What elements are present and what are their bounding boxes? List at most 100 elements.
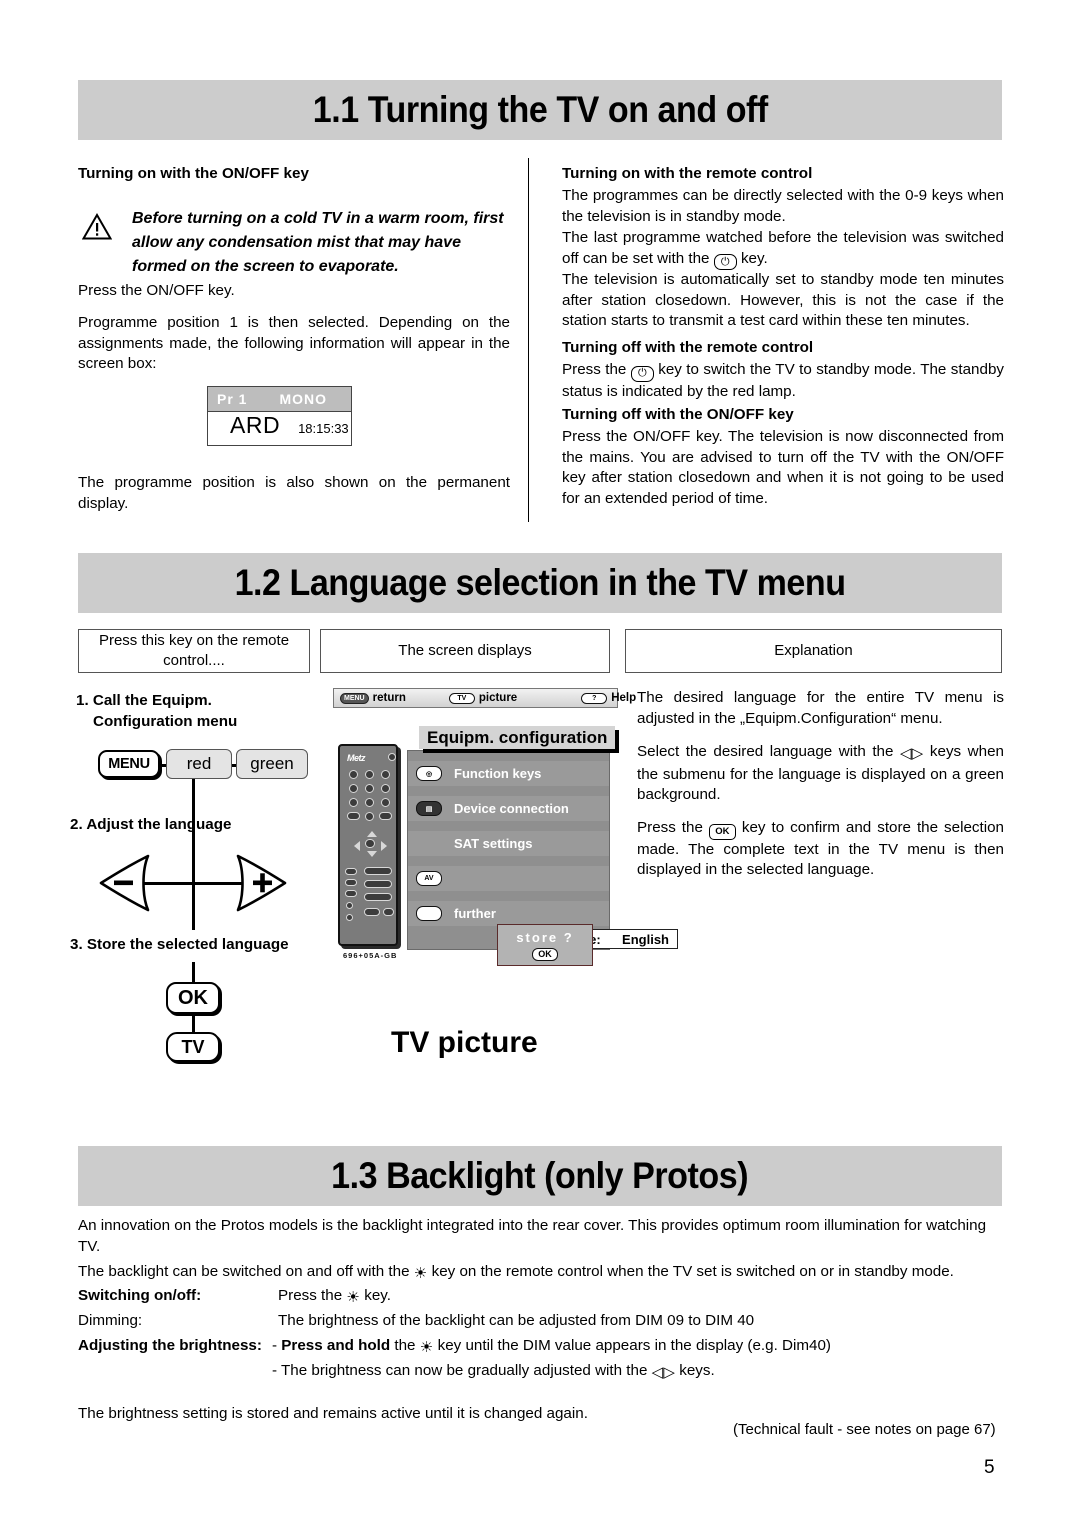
explanation-p2: Select the desired language with the ◁▷ … [637, 742, 1004, 806]
section-title-1-1: 1.1 Turning the TV on and off [312, 89, 768, 130]
panel-title: Equipm. configuration [419, 726, 616, 749]
footer-note: (Technical fault - see notes on page 67) [733, 1421, 996, 1438]
standby-key-icon-2: ⏻ [630, 365, 654, 382]
plus-key-button[interactable] [236, 852, 288, 914]
device-connection-icon: ▤ [416, 801, 442, 816]
minus-key-button[interactable] [98, 852, 150, 914]
section-header-1-2: 1.2 Language selection in the TV menu [78, 553, 1002, 613]
remote-key-6 [381, 784, 390, 793]
table-header-screen-displays: The screen displays [320, 629, 610, 673]
remote-bar-volume [364, 880, 392, 888]
programme-position-text: Programme position 1 is then selected. D… [78, 314, 510, 372]
menu-row-device-connection[interactable]: ▤ Device connection [408, 796, 609, 821]
step-1-line-1: 1. Call the Equipm. [76, 692, 212, 709]
remote-bar-prog [364, 867, 392, 875]
tv-screen-mock: MENU return TV picture ? Help ◎ Function… [333, 688, 678, 973]
tv-key-button[interactable]: TV [166, 1032, 220, 1062]
section-header-1-1: 1.1 Turning the TV on and off [78, 80, 1002, 140]
menu-label-further: further [454, 906, 496, 921]
remote-arrow-down-icon [367, 851, 377, 857]
red-key-button[interactable]: red [166, 749, 232, 779]
right-p1: The programmes can be directly selected … [562, 187, 1004, 225]
tv-config-panel: ◎ Function keys ▤ Device connection SAT … [407, 750, 678, 950]
menu-badge-icon: MENU [340, 692, 369, 704]
remote-center-key [365, 839, 375, 848]
backlight-key-icon-3: ☀ [419, 1339, 434, 1356]
menubar-item-picture[interactable]: TV picture [448, 692, 517, 704]
right-heading-remote-on: Turning on with the remote control [562, 165, 813, 182]
store-ok-icon: OK [532, 947, 558, 961]
store-confirm-box[interactable]: store ? OK [497, 924, 593, 966]
ok-key-button[interactable]: OK [166, 982, 220, 1014]
menu-row-language[interactable]: AV [408, 866, 609, 891]
remote-bar-misc [364, 893, 392, 901]
store-text: store ? [516, 929, 574, 945]
screen-box-preview: Pr 1 MONO ARD 18:15:33 [207, 386, 352, 446]
menubar-item-help[interactable]: ? Help [581, 692, 636, 704]
remote-key-white [364, 908, 380, 916]
right-p4-part-b: key to switch the TV to standby mode. Th… [562, 361, 1004, 400]
language-field-value: English [622, 931, 669, 947]
section-header-1-3: 1.3 Backlight (only Protos) [78, 1146, 1002, 1206]
table-header-press-key: Press this key on the remote control.... [78, 629, 310, 673]
explanation-p2-a: Select the desired language with the [637, 743, 894, 760]
remote-key-a [346, 902, 353, 909]
dimming-value: The brightness of the backlight can be a… [278, 1312, 755, 1329]
remote-key-1 [349, 770, 358, 779]
step-3-label: 3. Store the selected language [70, 936, 289, 953]
adjust-text-b: key until the DIM value appears in the d… [437, 1337, 831, 1354]
menu-label-sat-settings: SAT settings [454, 836, 533, 851]
blank-key-icon [416, 906, 442, 921]
menubar-label-return: return [372, 692, 406, 704]
menu-row-function-keys[interactable]: ◎ Function keys [408, 761, 609, 786]
right-p2-part-b: key. [740, 249, 768, 267]
remote-logo: Metz [347, 753, 366, 763]
remote-key-tv [345, 868, 357, 875]
left-heading-onoff: Turning on with the ON/OFF key [78, 165, 309, 182]
section-title-1-2: 1.2 Language selection in the TV menu [234, 562, 846, 603]
explanation-p3-a: Press the [637, 819, 703, 836]
step-2-label: 2. Adjust the language [70, 816, 232, 833]
backlight-p1: An innovation on the Protos models is th… [78, 1217, 987, 1255]
remote-key-av [347, 812, 360, 820]
remote-key-7 [349, 798, 358, 807]
explanation-p3: Press the OK key to confirm and store th… [637, 818, 1004, 881]
menu-key-button[interactable]: MENU [98, 750, 160, 778]
section-title-1-3: 1.3 Backlight (only Protos) [331, 1155, 749, 1196]
menubar-item-return[interactable]: MENU return [340, 692, 406, 704]
step-1-label: 1. Call the Equipm. Configuration menu [76, 690, 306, 732]
right-heading-remote-off: Turning off with the remote control [562, 339, 814, 356]
remote-key-3 [381, 770, 390, 779]
connector-vertical-3 [192, 962, 195, 984]
adjust-bullet-2: - The brightness can now be gradually ad… [272, 1361, 1002, 1384]
adjust-text-a: the [394, 1337, 416, 1354]
remote-key-b [346, 914, 353, 921]
remote-key-5 [365, 784, 374, 793]
av-icon: AV [416, 871, 442, 886]
right-p4: Press the ⏻ key to switch the TV to stan… [562, 360, 1004, 402]
function-keys-icon: ◎ [416, 766, 442, 781]
remote-key-info [379, 812, 392, 820]
left-right-keys-icon: ◁▷ [899, 745, 924, 762]
menu-label-device-connection: Device connection [454, 801, 569, 816]
backlight-key-icon-2: ☀ [346, 1289, 361, 1306]
remote-arrow-up-icon [367, 831, 377, 837]
backlight-key-icon: ☀ [413, 1265, 428, 1282]
backlight-p2-a: The backlight can be switched on and off… [78, 1263, 410, 1280]
green-key-button[interactable]: green [236, 749, 308, 779]
right-p2: The last programme watched before the te… [562, 228, 1004, 270]
screen-box-channel: ARD [230, 412, 281, 438]
remote-key-4 [349, 784, 358, 793]
connector-vertical-4 [192, 1016, 195, 1033]
press-onoff-text: Press the ON/OFF key. [78, 282, 235, 299]
menu-row-further[interactable]: further [408, 901, 609, 926]
permanent-display-text: The programme position is also shown on … [78, 474, 510, 512]
remote-arrow-right-icon [381, 841, 387, 851]
remote-control-illustration: Metz [338, 744, 398, 946]
tv-menu-bar: MENU return TV picture ? Help [333, 688, 636, 708]
backlight-p2: The backlight can be switched on and off… [78, 1262, 1004, 1285]
menu-row-sat-settings[interactable]: SAT settings [408, 831, 609, 856]
remote-key-epg [345, 890, 357, 897]
remote-key-0 [365, 812, 374, 821]
explanation-p1: The desired language for the entire TV m… [637, 689, 1004, 727]
